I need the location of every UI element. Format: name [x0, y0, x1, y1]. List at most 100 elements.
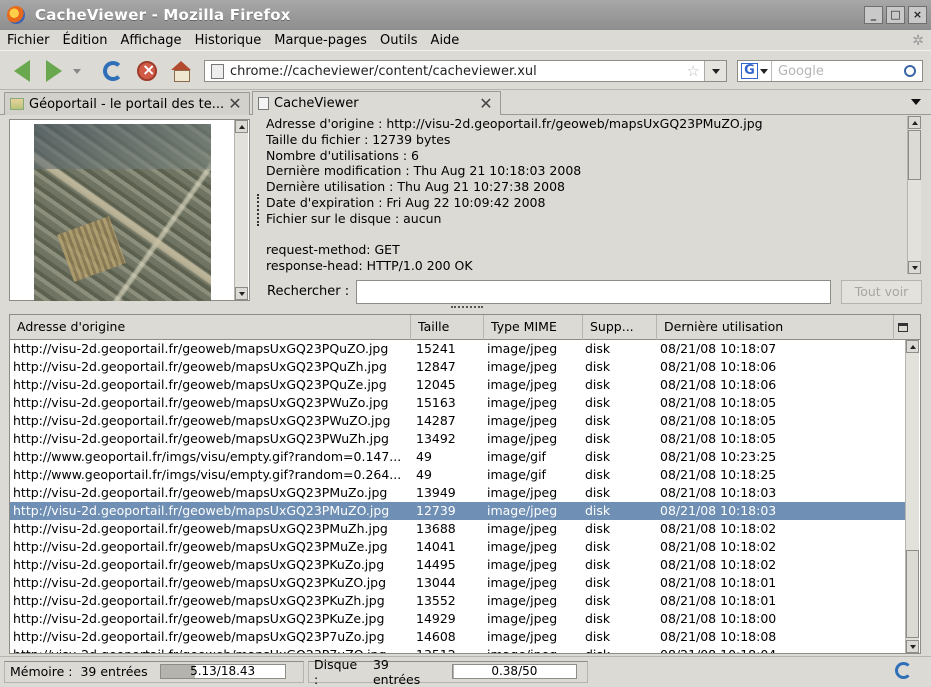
cell-url: http://visu-2d.geoportail.fr/geoweb/maps…	[13, 611, 385, 626]
table-row[interactable]: http://visu-2d.geoportail.fr/geoweb/maps…	[10, 484, 906, 502]
cell-device: disk	[585, 503, 611, 518]
cell-size: 12045	[416, 377, 456, 392]
table-row[interactable]: http://visu-2d.geoportail.fr/geoweb/maps…	[10, 520, 906, 538]
cell-url: http://visu-2d.geoportail.fr/geoweb/maps…	[13, 431, 389, 446]
table-row[interactable]: http://visu-2d.geoportail.fr/geoweb/maps…	[10, 340, 906, 358]
memory-label: Mémoire :	[10, 664, 73, 679]
cell-mime: image/jpeg	[487, 395, 558, 410]
table-row[interactable]: http://visu-2d.geoportail.fr/geoweb/maps…	[10, 538, 906, 556]
refresh-icon[interactable]	[895, 662, 912, 679]
scroll-up-button[interactable]	[908, 116, 921, 129]
url-bar[interactable]: chrome://cacheviewer/content/cacheviewer…	[204, 60, 727, 82]
table-row[interactable]: http://visu-2d.geoportail.fr/geoweb/maps…	[10, 574, 906, 592]
table-scrollbar[interactable]	[905, 340, 919, 653]
home-button[interactable]	[168, 59, 194, 83]
column-header-device[interactable]: Supp...	[583, 315, 657, 340]
image-preview	[9, 119, 250, 301]
cell-url: http://visu-2d.geoportail.fr/geoweb/maps…	[13, 503, 390, 518]
scroll-down-button[interactable]	[908, 261, 921, 274]
cell-url: http://visu-2d.geoportail.fr/geoweb/maps…	[13, 395, 389, 410]
stop-button[interactable]	[134, 59, 160, 83]
menu-affichage[interactable]: Affichage	[114, 33, 187, 48]
table-row[interactable]: http://visu-2d.geoportail.fr/geoweb/maps…	[10, 592, 906, 610]
column-header-size[interactable]: Taille	[411, 315, 484, 340]
table-row[interactable]: http://visu-2d.geoportail.fr/geoweb/maps…	[10, 358, 906, 376]
table-row[interactable]: http://visu-2d.geoportail.fr/geoweb/maps…	[10, 394, 906, 412]
tab-cacheviewer[interactable]: CacheViewer ✕	[252, 91, 501, 115]
scroll-up-button[interactable]	[906, 340, 919, 353]
menu-outils[interactable]: Outils	[374, 33, 424, 48]
scroll-thumb[interactable]	[906, 550, 919, 638]
search-box[interactable]: G Google	[737, 60, 923, 82]
cell-device: disk	[585, 593, 611, 608]
firefox-icon	[7, 6, 25, 24]
cell-mime: image/jpeg	[487, 485, 558, 500]
minimize-button[interactable]: _	[864, 6, 883, 24]
menu-marque-pages[interactable]: Marque-pages	[268, 33, 373, 48]
menu-edition[interactable]: Édition	[57, 33, 114, 48]
scroll-down-button[interactable]	[235, 287, 248, 300]
scroll-up-button[interactable]	[235, 120, 248, 133]
cell-size: 49	[416, 467, 432, 482]
pane-splitter[interactable]	[451, 306, 483, 310]
aerial-map-image	[34, 124, 211, 301]
cell-last-used: 08/21/08 10:18:25	[660, 467, 777, 482]
maximize-button[interactable]: □	[886, 6, 905, 24]
back-arrow-icon	[14, 60, 30, 82]
table-row[interactable]: http://www.geoportail.fr/imgs/visu/empty…	[10, 448, 906, 466]
search-engine-selector[interactable]: G	[738, 61, 772, 81]
magnifier-icon[interactable]	[904, 65, 916, 77]
menu-historique[interactable]: Historique	[189, 33, 268, 48]
scroll-thumb[interactable]	[908, 130, 921, 180]
cell-size: 14608	[416, 629, 456, 644]
menu-aide[interactable]: Aide	[425, 33, 466, 48]
table-row[interactable]: http://visu-2d.geoportail.fr/geoweb/maps…	[10, 376, 906, 394]
disk-status: Disque : 39 entrées 0.38/50	[308, 657, 588, 687]
url-text[interactable]: chrome://cacheviewer/content/cacheviewer…	[230, 64, 687, 79]
splitter-grip[interactable]	[257, 194, 259, 226]
tab-list-button[interactable]	[911, 99, 921, 105]
cell-size: 14929	[416, 611, 456, 626]
header-line: response-head: HTTP/1.0 200 OK	[266, 258, 473, 274]
close-window-button[interactable]: ×	[908, 6, 927, 24]
url-history-dropdown[interactable]	[704, 61, 726, 81]
favicon-icon	[10, 98, 24, 110]
cell-mime: image/jpeg	[487, 611, 558, 626]
reload-button[interactable]	[100, 59, 126, 83]
cache-entries-table[interactable]: Adresse d'origine Taille Type MIME Supp.…	[9, 314, 921, 654]
table-row[interactable]: http://visu-2d.geoportail.fr/geoweb/maps…	[10, 502, 906, 520]
details-scrollbar[interactable]	[907, 116, 921, 274]
search-input[interactable]: Google	[772, 64, 904, 79]
close-tab-icon[interactable]: ✕	[478, 95, 494, 112]
filter-input[interactable]	[356, 280, 831, 304]
status-bar: Mémoire : 39 entrées 5.13/18.43 Disque :…	[0, 656, 931, 687]
preview-scrollbar[interactable]	[234, 120, 248, 300]
star-icon[interactable]: ☆	[687, 62, 700, 80]
scroll-down-button[interactable]	[906, 640, 919, 653]
cell-device: disk	[585, 413, 611, 428]
column-header-last-used[interactable]: Dernière utilisation	[657, 315, 894, 340]
table-row[interactable]: http://visu-2d.geoportail.fr/geoweb/maps…	[10, 430, 906, 448]
forward-button[interactable]	[41, 59, 67, 83]
table-row[interactable]: http://visu-2d.geoportail.fr/geoweb/maps…	[10, 556, 906, 574]
table-row[interactable]: http://visu-2d.geoportail.fr/geoweb/maps…	[10, 412, 906, 430]
cell-mime: image/jpeg	[487, 503, 558, 518]
back-button[interactable]	[9, 59, 35, 83]
window-controls: _ □ ×	[864, 6, 927, 24]
tab-geoportail[interactable]: Géoportail - le portail des te... ✕	[4, 92, 250, 115]
cell-mime: image/jpeg	[487, 359, 558, 374]
table-row[interactable]: http://visu-2d.geoportail.fr/geoweb/maps…	[10, 610, 906, 628]
menu-fichier[interactable]: Fichier	[1, 33, 56, 48]
table-row[interactable]: http://visu-2d.geoportail.fr/geoweb/maps…	[10, 628, 906, 646]
cell-size: 15163	[416, 395, 456, 410]
cell-mime: image/jpeg	[487, 521, 558, 536]
table-row[interactable]: http://www.geoportail.fr/imgs/visu/empty…	[10, 466, 906, 484]
column-header-mime[interactable]: Type MIME	[484, 315, 583, 340]
close-tab-icon[interactable]: ✕	[227, 96, 243, 112]
cell-last-used: 08/21/08 10:23:25	[660, 449, 777, 464]
table-row[interactable]: http://visu-2d.geoportail.fr/geoweb/maps…	[10, 646, 906, 653]
history-dropdown-button[interactable]	[70, 59, 84, 83]
show-all-button[interactable]: Tout voir	[841, 280, 922, 304]
column-picker-button[interactable]	[894, 315, 911, 340]
column-header-url[interactable]: Adresse d'origine	[10, 315, 411, 340]
